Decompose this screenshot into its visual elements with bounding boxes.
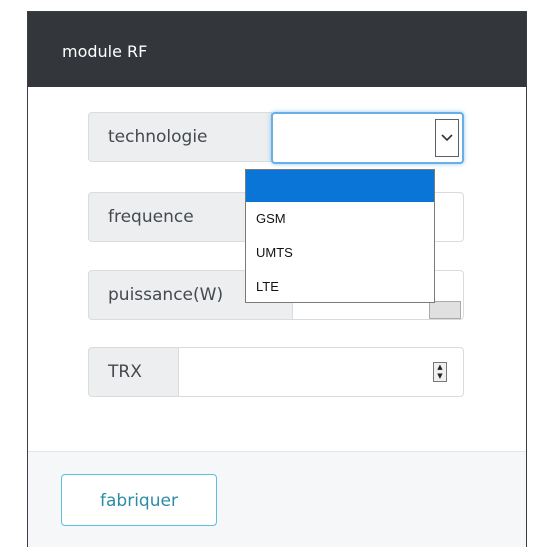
dropdown-option-gsm[interactable]: GSM [246,202,434,236]
dialog-title: module RF [62,42,148,61]
spinner-up-icon[interactable]: ▲ [437,364,442,371]
trx-row: TRX ▲ ▼ [88,347,464,397]
fabriquer-button[interactable]: fabriquer [61,474,217,526]
technologie-dropdown-list: GSM UMTS LTE [245,169,435,303]
trx-label: TRX [88,347,179,397]
dialog-header: module RF [28,12,526,87]
technologie-row: technologie [88,112,468,164]
frequence-label: frequence [88,192,253,242]
dropdown-option-umts[interactable]: UMTS [246,236,434,270]
spinner-arrows-icon[interactable]: ▲ ▼ [433,362,447,382]
spinner-down-icon[interactable]: ▼ [437,373,442,380]
dialog-footer: fabriquer [28,452,526,547]
technologie-select[interactable] [271,112,464,164]
dropdown-option-lte[interactable]: LTE [246,270,434,304]
chevron-down-icon[interactable] [435,119,459,157]
trx-input[interactable]: ▲ ▼ [179,347,464,397]
technologie-label: technologie [88,112,272,162]
dropdown-option-empty[interactable] [246,170,434,202]
